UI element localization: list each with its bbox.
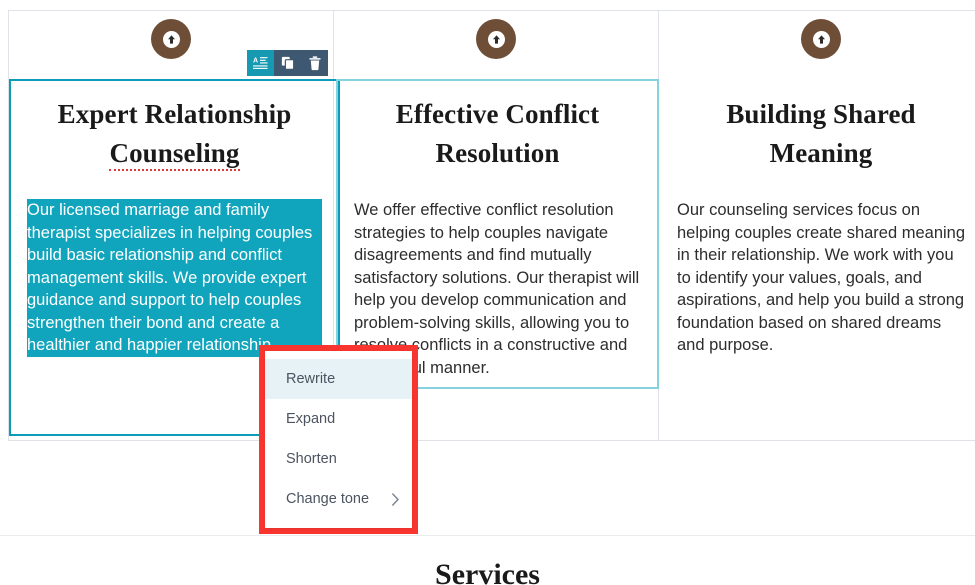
duplicate-button[interactable]	[274, 50, 301, 76]
circle-arrow-up-icon	[151, 19, 191, 59]
section-divider-secondary	[0, 535, 975, 536]
copy-icon	[281, 56, 295, 70]
body-line: in their relationship. We work with you	[677, 246, 954, 265]
body-line: guidance and support to help couples	[27, 289, 322, 312]
body-line: problem-solving skills, allowing you to	[354, 313, 630, 332]
body-line: Our counseling services focus on	[677, 201, 921, 220]
ai-menu-item-expand[interactable]: Expand	[265, 399, 412, 439]
element-toolbar[interactable]: A	[247, 50, 328, 76]
delete-button[interactable]	[301, 50, 328, 76]
heading-line: Expert Relationship	[57, 99, 292, 129]
ai-menu-item-label: Expand	[286, 411, 336, 427]
page-canvas: Expert Relationship Counseling Our licens…	[0, 0, 975, 585]
body-line: therapist specializes in helping couples	[27, 221, 322, 245]
ai-text-icon: A	[253, 56, 268, 71]
section-divider	[8, 440, 975, 441]
chevron-right-icon	[391, 492, 400, 506]
body-line: satisfactory solutions. Our therapist wi…	[354, 268, 640, 287]
body-line: foundation based on shared dreams	[677, 313, 942, 332]
arrow-up-glyph	[162, 30, 180, 48]
ai-menu-item-label: Rewrite	[286, 371, 336, 387]
body-line: helping couples create shared meaning	[677, 223, 966, 242]
body-line: management skills. We provide expert	[27, 266, 322, 290]
body-line: help you develop communication and	[354, 291, 627, 310]
ai-menu-item-shorten[interactable]: Shorten	[265, 439, 412, 479]
services-grid-row: Expert Relationship Counseling Our licens…	[8, 10, 975, 440]
card-body-text[interactable]: Our counseling services focus on helping …	[677, 199, 965, 357]
trash-icon	[308, 55, 322, 71]
card-body-text-selected[interactable]: Our licensed marriage and family therapis…	[27, 199, 322, 357]
circle-arrow-up-icon	[801, 19, 841, 59]
ai-text-button[interactable]: A	[247, 50, 274, 76]
ai-menu-annotation: Rewrite Expand Shorten Change tone	[259, 345, 418, 534]
body-line: and purpose.	[677, 336, 774, 355]
svg-text:A: A	[253, 57, 258, 64]
body-line: to identify your values, goals, and	[677, 268, 922, 287]
card-heading: Expert Relationship Counseling	[27, 95, 322, 173]
ai-menu-item-change-tone[interactable]: Change tone	[265, 479, 412, 519]
body-line: build basic relationship and conflict	[27, 244, 322, 267]
circle-arrow-up-icon	[476, 19, 516, 59]
arrow-up-glyph	[487, 30, 505, 48]
body-line: strengthen their bond and create a	[27, 311, 322, 335]
services-column-3: Building Shared Meaning Our counseling se…	[659, 11, 975, 440]
card-heading: Effective Conflict Resolution	[354, 95, 641, 173]
heading-line: Meaning	[769, 138, 873, 169]
text-block-3[interactable]: Building Shared Meaning Our counseling se…	[659, 79, 975, 373]
ai-menu-item-label: Change tone	[286, 491, 370, 507]
ai-menu-item-label: Shorten	[286, 451, 337, 467]
arrow-up-glyph	[812, 30, 830, 48]
text-block-2[interactable]: Effective Conflict Resolution We offer ef…	[336, 79, 659, 389]
misspelled-word: Counseling	[109, 138, 240, 172]
card-heading: Building Shared Meaning	[677, 95, 965, 173]
heading-line: Effective Conflict	[395, 99, 600, 129]
ai-actions-menu[interactable]: Rewrite Expand Shorten Change tone	[265, 351, 412, 528]
body-line: Our licensed marriage and family	[27, 199, 322, 222]
body-line: strategies to help couples navigate	[354, 223, 609, 242]
body-line: aspirations, and help you build a strong	[677, 291, 965, 310]
next-section-heading: Services	[435, 560, 540, 585]
heading-line: Resolution	[435, 138, 560, 169]
body-line: We offer effective conflict resolution	[354, 201, 614, 220]
ai-menu-item-rewrite[interactable]: Rewrite	[265, 359, 412, 399]
heading-line: Building Shared	[726, 99, 916, 129]
body-line: disagreements and find mutually	[354, 246, 592, 265]
